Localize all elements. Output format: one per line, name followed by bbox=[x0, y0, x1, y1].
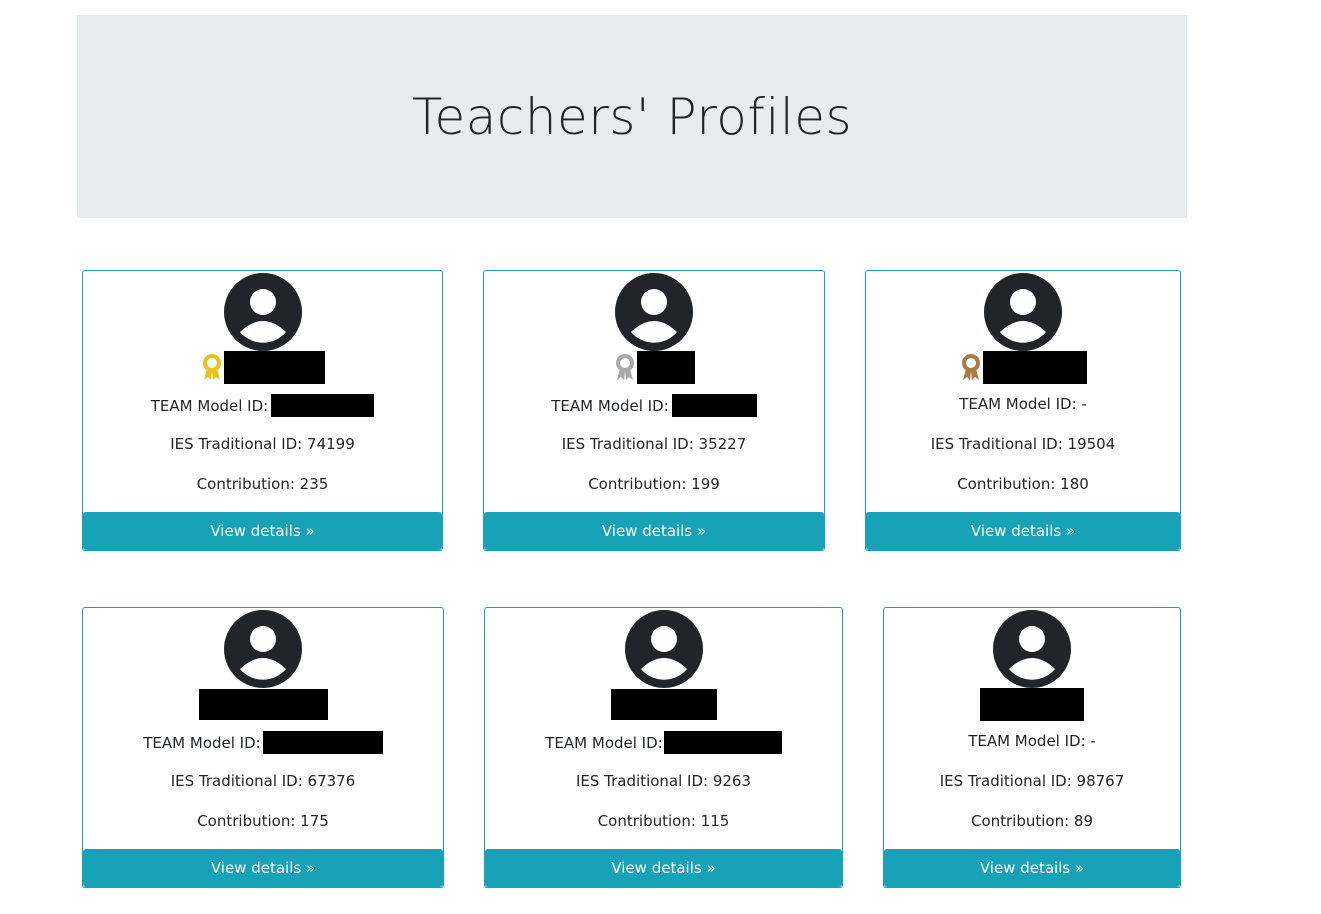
teacher-name-redacted bbox=[610, 688, 717, 720]
teacher-name-row bbox=[866, 350, 1180, 384]
contribution: Contribution: 199 bbox=[588, 475, 720, 493]
view-details-button[interactable]: View details » bbox=[884, 849, 1180, 887]
ies-traditional-id: IES Traditional ID: 19504 bbox=[930, 435, 1116, 453]
team-model-id: TEAM Model ID: - bbox=[884, 731, 1180, 751]
team-model-id-redacted bbox=[663, 731, 782, 754]
teacher-card: TEAM Model ID: IES Traditional ID: 35227… bbox=[483, 270, 825, 551]
contribution: Contribution: 235 bbox=[196, 475, 329, 493]
team-model-id-redacted bbox=[671, 394, 757, 417]
page-header: Teachers' Profiles bbox=[77, 15, 1187, 218]
ies-traditional-id: IES Traditional ID: 74199 bbox=[170, 435, 355, 453]
teacher-name-row bbox=[884, 687, 1180, 721]
team-model-id: TEAM Model ID: bbox=[83, 394, 442, 417]
team-model-id: TEAM Model ID: - bbox=[866, 394, 1180, 414]
contribution: Contribution: 175 bbox=[197, 812, 329, 830]
contribution: Contribution: 115 bbox=[597, 812, 730, 830]
team-model-id-label: TEAM Model ID: - bbox=[959, 395, 1087, 413]
team-model-id: TEAM Model ID: bbox=[83, 731, 443, 754]
user-avatar-icon bbox=[984, 273, 1062, 351]
team-model-id-label: TEAM Model ID: bbox=[545, 733, 663, 752]
view-details-button[interactable]: View details » bbox=[484, 512, 824, 550]
team-model-id-redacted bbox=[271, 394, 375, 417]
team-model-id-label: TEAM Model ID: bbox=[551, 396, 669, 415]
user-avatar-icon bbox=[223, 273, 302, 351]
view-details-button[interactable]: View details » bbox=[485, 849, 842, 887]
team-model-id-label: TEAM Model ID: - bbox=[968, 732, 1096, 750]
user-avatar-icon bbox=[224, 610, 302, 688]
silver-medal-icon bbox=[615, 354, 634, 380]
teacher-card: TEAM Model ID: IES Traditional ID: 9263 … bbox=[484, 607, 843, 888]
teacher-card: TEAM Model ID: - IES Traditional ID: 195… bbox=[865, 270, 1181, 551]
ies-traditional-id: IES Traditional ID: 9263 bbox=[575, 772, 752, 790]
teacher-name-redacted bbox=[636, 350, 695, 384]
page-title: Teachers' Profiles bbox=[411, 87, 853, 146]
teacher-card: TEAM Model ID: - IES Traditional ID: 987… bbox=[883, 607, 1181, 888]
contribution: Contribution: 180 bbox=[957, 475, 1089, 493]
teacher-card: TEAM Model ID: IES Traditional ID: 74199… bbox=[82, 270, 443, 551]
teacher-card: TEAM Model ID: IES Traditional ID: 67376… bbox=[82, 607, 444, 888]
teacher-name-row bbox=[83, 687, 443, 721]
view-details-button[interactable]: View details » bbox=[83, 849, 443, 887]
team-model-id-redacted bbox=[262, 731, 383, 754]
view-details-button[interactable]: View details » bbox=[866, 512, 1180, 550]
teacher-name-row bbox=[83, 350, 442, 384]
contribution: Contribution: 89 bbox=[970, 812, 1094, 830]
user-avatar-icon bbox=[993, 610, 1071, 688]
teacher-name-redacted bbox=[980, 687, 1084, 721]
user-avatar-icon bbox=[624, 610, 703, 688]
gold-medal-icon bbox=[202, 354, 221, 380]
team-model-id: TEAM Model ID: bbox=[484, 394, 824, 417]
view-details-button[interactable]: View details » bbox=[83, 512, 442, 550]
teacher-name-redacted bbox=[223, 350, 325, 384]
teacher-name-redacted bbox=[982, 350, 1087, 384]
teacher-name-row bbox=[485, 687, 842, 721]
ies-traditional-id: IES Traditional ID: 67376 bbox=[170, 772, 356, 790]
ies-traditional-id: IES Traditional ID: 35227 bbox=[561, 435, 747, 453]
team-model-id: TEAM Model ID: bbox=[485, 731, 842, 754]
user-avatar-icon bbox=[615, 273, 693, 351]
bronze-medal-icon bbox=[961, 354, 980, 380]
teacher-name-row bbox=[484, 350, 824, 384]
teacher-name-redacted bbox=[198, 688, 328, 720]
team-model-id-label: TEAM Model ID: bbox=[150, 396, 269, 415]
team-model-id-label: TEAM Model ID: bbox=[143, 733, 261, 752]
ies-traditional-id: IES Traditional ID: 98767 bbox=[939, 772, 1125, 790]
